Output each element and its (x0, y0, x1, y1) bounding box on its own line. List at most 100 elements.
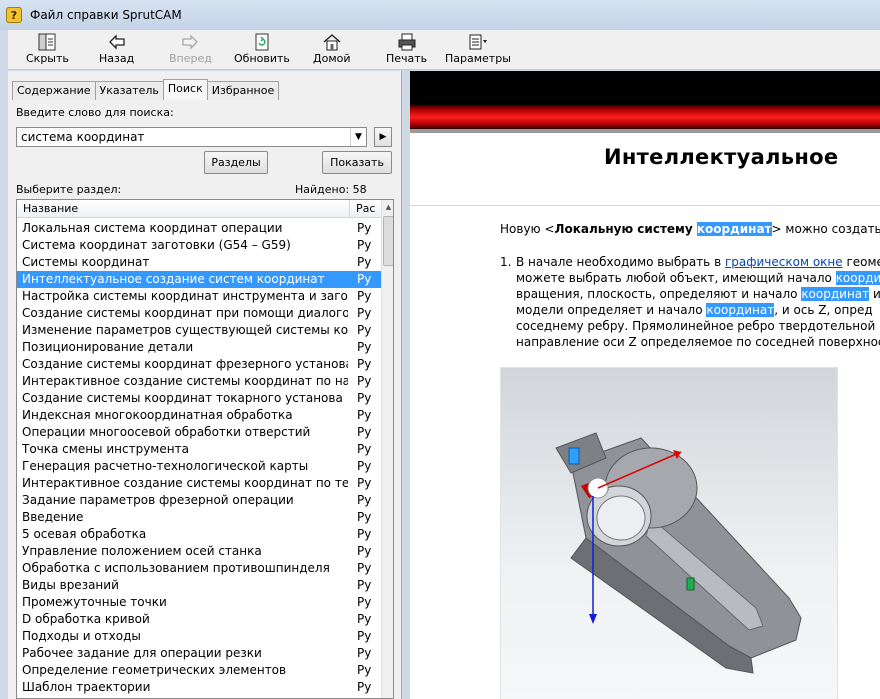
list-item[interactable]: Виды врезаний Ру (17, 577, 381, 594)
list-item-location: Ру (357, 289, 372, 303)
list-item[interactable]: Генерация расчетно-технологической карты… (17, 458, 381, 475)
list-item-name: Определение геометрических элементов (22, 663, 287, 677)
tab-search[interactable]: Поиск (162, 79, 208, 100)
search-menu-button[interactable]: ▶ (374, 127, 392, 147)
list-item[interactable]: D обработка кривой Ру (17, 611, 381, 628)
select-topic-label: Выберите раздел: (16, 183, 122, 196)
results-rows: Локальная система координат операции Ру Си… (17, 220, 381, 696)
results-list[interactable]: Название Рас Локальная система координат… (16, 199, 394, 699)
list-item[interactable]: Операции многоосевой обработки отверстий… (17, 424, 381, 441)
list-item-location: Ру (357, 476, 372, 490)
list-item[interactable]: Локальная система координат операции Ру (17, 220, 381, 237)
list-item[interactable]: Шаблон траектории Ру (17, 679, 381, 696)
list-item-location: Ру (357, 629, 372, 643)
part-illustration (500, 367, 838, 699)
list-item[interactable]: Интерактивное создание системы координат… (17, 373, 381, 390)
chevron-right-icon: ▶ (379, 132, 387, 142)
list-item-name: Настройка системы координат инструмента … (22, 289, 348, 303)
list-item-name: Интерактивное создание системы координат… (22, 476, 348, 490)
forward-button[interactable]: Вперед (169, 32, 212, 68)
hide-pane-icon (36, 32, 58, 52)
title-bar: ? Файл справки SprutCAM (0, 0, 880, 30)
hide-button[interactable]: Скрыть (26, 32, 69, 68)
list-item-name: D обработка кривой (22, 612, 150, 626)
list-item-name: Изменение параметров существующей систем… (22, 323, 348, 337)
list-item[interactable]: Введение Ру (17, 509, 381, 526)
list-item-name: Интеллектуальное создание систем координ… (22, 272, 325, 286)
graphic-window-link[interactable]: графическом окне (725, 255, 843, 269)
list-item[interactable]: Создание системы координат токарного уст… (17, 390, 381, 407)
list-item-location: Ру (357, 493, 372, 507)
list-item-location: Ру (357, 561, 372, 575)
options-button[interactable]: Параметры (445, 32, 511, 68)
list-item-location: Ру (357, 612, 372, 626)
list-item-location: Ру (357, 595, 372, 609)
list-item-name: Управление положением осей станка (22, 544, 262, 558)
tab-contents[interactable]: Содержание (12, 81, 96, 100)
list-item[interactable]: Подходы и отходы Ру (17, 628, 381, 645)
search-input[interactable]: система координат ▼ (16, 127, 367, 147)
list-item[interactable]: Промежуточные точки Ру (17, 594, 381, 611)
list-item[interactable]: Создание системы координат фрезерного ус… (17, 356, 381, 373)
print-button[interactable]: Печать (386, 32, 427, 68)
list-item-name: Промежуточные точки (22, 595, 167, 609)
list-item[interactable]: Точка смены инструмента Ру (17, 441, 381, 458)
back-arrow-icon (106, 32, 128, 52)
content-pane: Интеллектуальное Новую <Локальную систем… (410, 71, 880, 699)
list-item-location: Ру (357, 510, 372, 524)
step-line: соседнему ребру. Прямолинейное ребро тве… (516, 319, 876, 333)
list-item-name: 5 осевая обработка (22, 527, 147, 541)
list-topics-button[interactable]: Разделы (204, 151, 268, 174)
list-item-name: Рабочее задание для операции резки (22, 646, 262, 660)
header-band (410, 71, 880, 105)
list-item[interactable]: Задание параметров фрезерной операции Ру (17, 492, 381, 509)
window-title: Файл справки SprutCAM (30, 8, 182, 22)
list-item-location: Ру (357, 544, 372, 558)
list-item-location: Ру (357, 357, 372, 371)
forward-arrow-icon (179, 32, 201, 52)
scroll-up-icon[interactable]: ▲ (382, 200, 393, 214)
list-item-name: Задание параметров фрезерной операции (22, 493, 294, 507)
tab-favorites[interactable]: Избранное (206, 81, 280, 100)
refresh-button[interactable]: Обновить (234, 32, 290, 68)
list-item[interactable]: Интерактивное создание системы координат… (17, 475, 381, 492)
list-item-location: Ру (357, 578, 372, 592)
list-item-location: Ру (357, 663, 372, 677)
chevron-down-icon[interactable]: ▼ (350, 128, 366, 146)
tab-index[interactable]: Указатель (94, 81, 164, 100)
list-item[interactable]: Создание системы координат при помощи ди… (17, 305, 381, 322)
step-line: вращения, плоскость, определяют и начало… (516, 287, 880, 301)
list-item-location: Ру (357, 238, 372, 252)
step-line: направление оси Z определяемое по соседн… (516, 335, 880, 349)
list-item[interactable]: Системы координат Ру (17, 254, 381, 271)
scrollbar-thumb[interactable] (383, 216, 393, 266)
list-item[interactable]: Управление положением осей станка Ру (17, 543, 381, 560)
list-item-location: Ру (357, 374, 372, 388)
list-item-name: Индексная многокоординатная обработка (22, 408, 293, 422)
list-item[interactable]: Система координат заготовки (G54 – G59) Р… (17, 237, 381, 254)
list-item[interactable]: Рабочее задание для операции резки Ру (17, 645, 381, 662)
step-line: можете выбрать любой объект, имеющий нач… (516, 270, 880, 286)
list-item[interactable]: Интеллектуальное создание систем координ… (17, 271, 381, 288)
header-red-stripe (410, 105, 880, 129)
list-item[interactable]: Настройка системы координат инструмента … (17, 288, 381, 305)
list-item-name: Подходы и отходы (22, 629, 141, 643)
list-item[interactable]: Обработка с использованием противошпинде… (17, 560, 381, 577)
list-item[interactable]: 5 осевая обработка Ру (17, 526, 381, 543)
list-item-location: Ру (357, 340, 372, 354)
list-item[interactable]: Изменение параметров существующей систем… (17, 322, 381, 339)
column-location[interactable]: Рас (356, 202, 375, 215)
list-item-location: Ру (357, 306, 372, 320)
list-item[interactable]: Позиционирование детали Ру (17, 339, 381, 356)
list-item[interactable]: Индексная многокоординатная обработка Ру (17, 407, 381, 424)
back-button[interactable]: Назад (99, 32, 134, 68)
list-item-name: Интерактивное создание системы координат… (22, 374, 348, 388)
list-item-location: Ру (357, 272, 372, 286)
list-item[interactable]: Определение геометрических элементов Ру (17, 662, 381, 679)
display-button[interactable]: Показать (322, 151, 392, 174)
home-button[interactable]: Домой (313, 32, 351, 68)
column-title[interactable]: Название (23, 202, 78, 215)
printer-icon (396, 32, 418, 52)
list-item-name: Локальная система координат операции (22, 221, 283, 235)
results-scrollbar[interactable]: ▲ (381, 200, 393, 698)
